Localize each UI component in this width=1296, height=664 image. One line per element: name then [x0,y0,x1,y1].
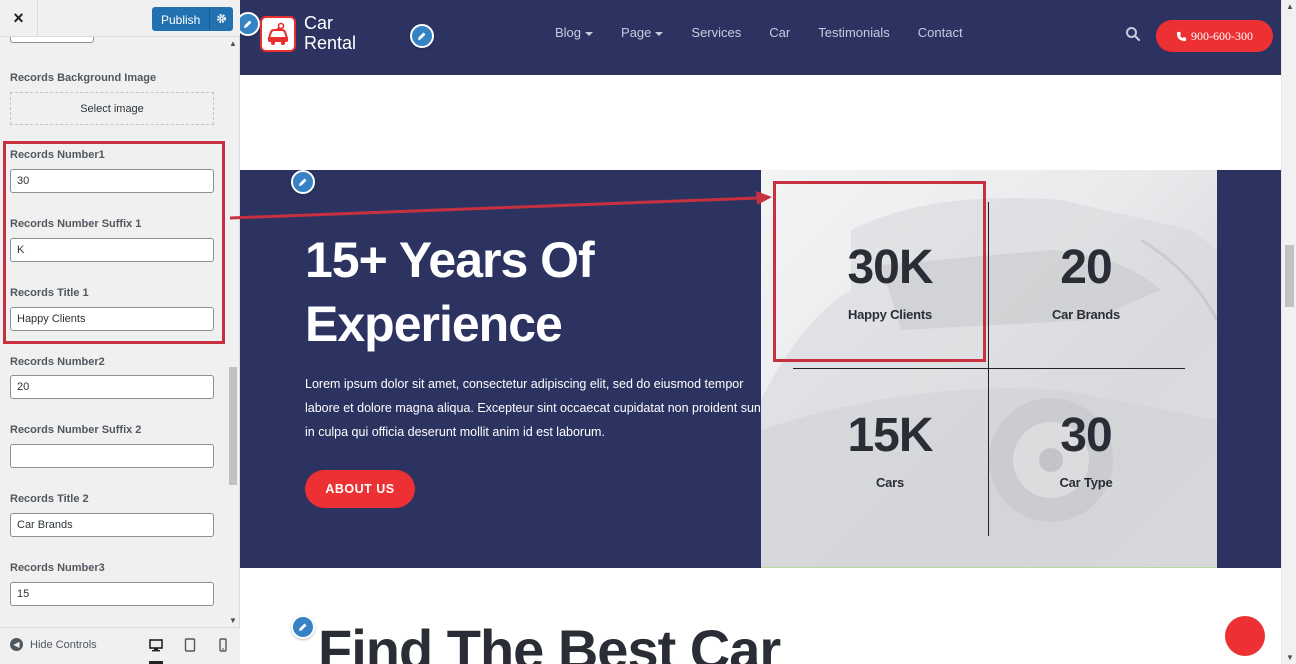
experience-description: Lorem ipsum dolor sit amet, consectetur … [305,377,765,439]
phone-call-button[interactable]: 900-600-300 [1156,20,1273,52]
stat-cars: 15K Cars [792,409,988,491]
records-number3-label: Records Number3 [10,562,105,574]
experience-heading: 15+ Years Of Experience [305,232,595,352]
pencil-icon [299,178,307,186]
customizer-controls: Records Background Image Select image Re… [0,37,228,627]
nav-item-services[interactable]: Services [691,25,741,40]
annotation-highlight-stat [773,181,986,362]
stats-divider-horizontal [793,368,1185,369]
find-best-car-heading: Find The Best Car [318,618,781,664]
scroll-up-icon[interactable]: ▲ [229,39,237,48]
logo-line-1: Car [304,13,334,33]
customizer-header: × Publish [0,0,240,37]
nav-item-car[interactable]: Car [769,25,790,40]
mobile-icon [219,638,227,652]
phone-icon [1176,31,1187,41]
hide-controls-button[interactable]: ◀ Hide Controls [10,638,97,651]
mobile-preview-button[interactable] [216,638,230,652]
nav-item-blog[interactable]: Blog [555,25,594,40]
records-suffix2-input[interactable] [10,444,214,468]
stat-title: Cars [875,475,905,490]
customizer-scrollbar[interactable]: ▲ ▼ [228,37,239,627]
gear-icon [216,14,226,23]
nav-item-contact[interactable]: Contact [918,25,963,40]
records-number2-input[interactable] [10,375,214,399]
logo-line-2: Rental [304,33,357,53]
edit-shortcut-records[interactable] [291,170,315,194]
pencil-icon [418,32,426,40]
select-image-button[interactable]: Select image [10,92,214,125]
publish-button[interactable]: Publish [152,7,210,31]
annotation-highlight-fields [3,141,225,344]
search-icon[interactable] [1125,26,1141,42]
stats-panel: 30K Happy Clients 20 Car Brands 15K Cars… [761,170,1217,568]
desktop-icon [149,639,163,652]
scroll-down-icon[interactable]: ▼ [1286,653,1294,662]
stat-car-brands: 20 Car Brands [988,241,1184,323]
records-number2-label: Records Number2 [10,356,105,368]
edit-shortcut-header[interactable] [410,24,434,48]
desktop-preview-button[interactable] [149,638,163,664]
nav-item-testimonials[interactable]: Testimonials [818,25,890,40]
about-us-button[interactable]: ABOUT US [305,470,415,508]
tablet-icon [184,638,196,652]
main-nav: Blog Page Services Car Testimonials Cont… [555,25,991,40]
previous-control-box[interactable] [10,37,94,43]
customizer-footer: ◀ Hide Controls [0,627,240,664]
hide-controls-label: Hide Controls [30,638,97,651]
site-header: Car Rental Blog Page Services Car Testim… [240,0,1281,75]
bg-image-label: Records Background Image [10,72,157,84]
caret-down-icon [585,31,594,36]
collapse-icon: ◀ [10,638,23,651]
site-logo-text[interactable]: Car Rental [304,13,356,53]
edit-shortcut-cars[interactable] [291,615,315,639]
pencil-icon [244,20,252,28]
records-title2-label: Records Title 2 [10,493,89,505]
page-scrollbar[interactable]: ▲ ▼ [1281,0,1296,664]
experience-section: 15+ Years Of Experience Lorem ipsum dolo… [240,170,1281,568]
nav-item-page[interactable]: Page [621,25,664,40]
car-logo-icon[interactable] [260,16,296,52]
records-number3-input[interactable] [10,582,214,606]
publish-group: Publish [152,7,234,31]
stat-title: Car Brands [1051,307,1121,322]
stat-number: 30 [1060,409,1112,462]
stat-number: 20 [1060,241,1112,294]
scroll-to-top-button[interactable] [1225,616,1265,656]
caret-down-icon [655,31,664,36]
scroll-up-icon[interactable]: ▲ [1286,2,1294,11]
tablet-preview-button[interactable] [183,638,197,652]
publish-settings-button[interactable] [209,7,234,31]
site-preview: Car Rental Blog Page Services Car Testim… [240,0,1281,664]
stat-number: 15K [847,409,933,462]
close-customizer-button[interactable]: × [0,0,38,37]
scroll-down-icon[interactable]: ▼ [229,616,237,625]
pencil-icon [299,623,307,631]
customizer-sidebar: × Publish Records Background Image Selec… [0,0,240,664]
phone-number: 900-600-300 [1191,28,1253,43]
records-title2-input[interactable] [10,513,214,537]
stat-title: Car Type [1059,475,1113,490]
stat-car-type: 30 Car Type [988,409,1184,491]
records-suffix2-label: Records Number Suffix 2 [10,424,142,436]
customizer-scrollbar-thumb[interactable] [229,367,237,485]
page-scrollbar-thumb[interactable] [1285,245,1294,307]
